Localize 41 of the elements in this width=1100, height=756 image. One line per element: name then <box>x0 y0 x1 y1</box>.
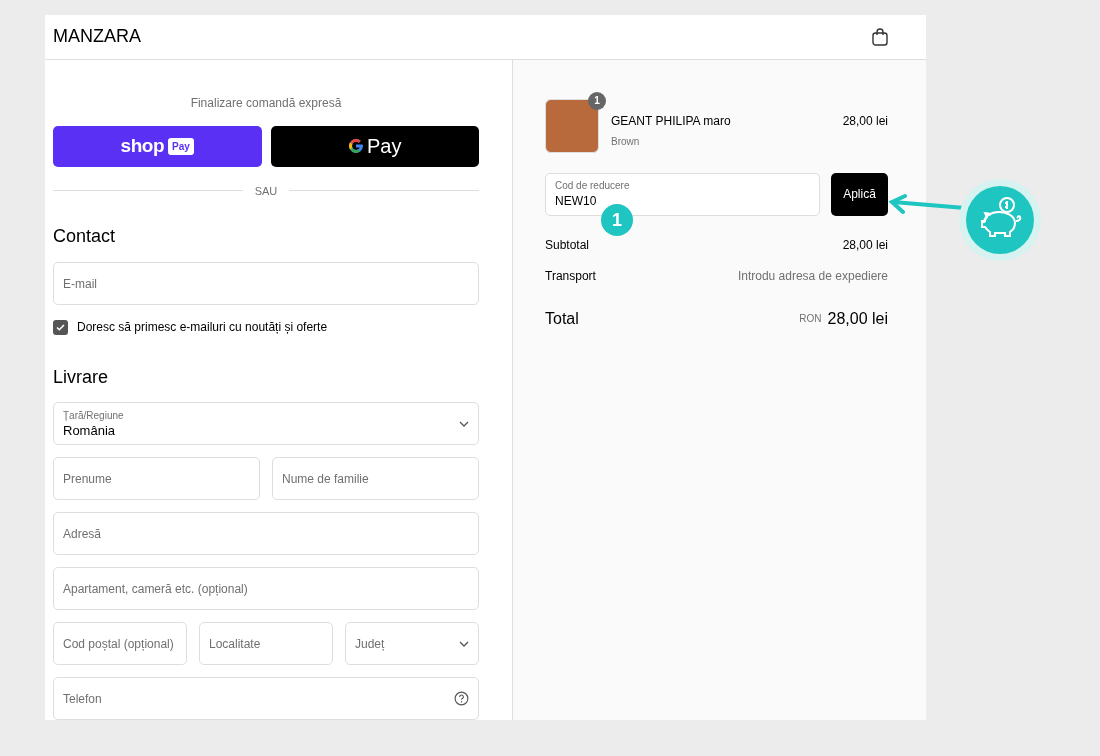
summary-label: Transport <box>545 267 596 285</box>
field-value: România <box>63 423 117 437</box>
currency-code: RON <box>799 312 822 326</box>
newsletter-checkbox[interactable] <box>53 319 68 335</box>
google-pay-button[interactable]: Pay <box>270 125 479 167</box>
express-checkout-title: Finalizare comandă expresă <box>189 94 343 112</box>
checkbox-label: Doresc să primesc e-mailuri cu noutăți și oferte <box>77 319 328 336</box>
apply-button[interactable]: Aplică <box>831 172 888 216</box>
input-field[interactable]: Localitate <box>199 622 333 665</box>
input-field[interactable]: Apartament, cameră etc. (opțional) <box>53 567 479 610</box>
quantity-badge: 1 <box>588 91 606 110</box>
email-field[interactable]: E-mail <box>53 262 479 305</box>
total-label: Total <box>545 308 579 329</box>
check-icon <box>56 323 65 331</box>
help-icon[interactable] <box>454 691 469 706</box>
product-name: GEANT PHILIPA maro <box>611 112 732 130</box>
google-g-icon <box>348 138 364 154</box>
summary-value: 28,00 lei <box>842 236 888 254</box>
country-select[interactable]: Țară/Regiune România <box>53 402 479 445</box>
section-heading: Livrare <box>53 366 110 389</box>
summary-value: Introdu adresa de expediere <box>737 267 888 285</box>
field-label: Țară/Regiune <box>63 410 124 421</box>
select-field[interactable]: Județ <box>345 622 479 665</box>
input-field[interactable]: Adresă <box>53 512 479 555</box>
chevron-down-icon <box>459 420 469 427</box>
input-field[interactable]: Prenume <box>53 457 260 500</box>
divider-label: SAU <box>254 183 278 199</box>
piggy-bank-icon <box>958 178 1042 262</box>
summary-label: Subtotal <box>545 236 590 254</box>
section-heading: Contact <box>53 225 117 248</box>
input-field[interactable]: Cod poștal (opțional) <box>53 622 187 665</box>
product-price: 28,00 lei <box>842 112 888 130</box>
total-value: 28,00 lei <box>827 308 888 329</box>
product-variant: Brown <box>611 134 641 149</box>
store-logo[interactable]: MANZARA <box>53 23 141 51</box>
product-photo-placeholder <box>545 98 599 153</box>
input-field[interactable]: Telefon <box>53 677 479 720</box>
shop-pay-button[interactable]: shop Pay <box>53 125 262 167</box>
input-field[interactable]: Nume de familie <box>272 457 479 500</box>
chevron-down-icon <box>459 640 469 647</box>
shopping-bag-icon[interactable] <box>872 27 888 46</box>
